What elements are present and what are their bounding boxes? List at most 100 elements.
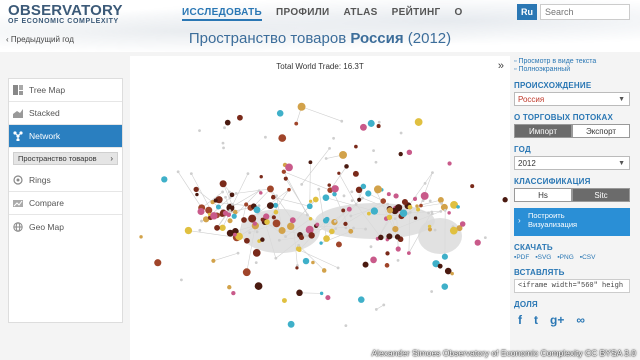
product-node[interactable] <box>342 194 346 198</box>
product-node[interactable] <box>348 228 354 234</box>
product-node[interactable] <box>350 199 354 202</box>
product-node[interactable] <box>281 298 287 304</box>
product-node[interactable] <box>367 119 375 127</box>
product-node[interactable] <box>398 151 403 157</box>
product-node[interactable] <box>357 296 365 303</box>
product-node[interactable] <box>483 236 487 239</box>
product-node[interactable] <box>255 230 259 234</box>
product-node[interactable] <box>295 246 302 252</box>
product-node[interactable] <box>229 192 235 198</box>
site-logo[interactable]: OBSERVATORY OF ECONOMIC COMPLEXITY <box>8 3 123 25</box>
product-node[interactable] <box>224 195 227 199</box>
embed-code-field[interactable]: <iframe width="560" heigh <box>514 279 630 293</box>
product-node[interactable] <box>378 234 384 241</box>
product-node[interactable] <box>333 219 337 223</box>
build-visualization-button[interactable]: › Построить Визуализация <box>514 208 630 236</box>
product-node[interactable] <box>441 253 448 260</box>
product-node[interactable] <box>254 282 263 290</box>
product-node[interactable] <box>420 192 429 200</box>
product-node[interactable] <box>176 170 180 174</box>
product-node[interactable] <box>213 198 218 203</box>
product-node[interactable] <box>328 146 331 150</box>
product-node[interactable] <box>305 213 309 217</box>
sidebar-item-network[interactable]: Network <box>9 125 122 148</box>
product-node[interactable] <box>373 185 382 194</box>
product-node[interactable] <box>248 214 257 223</box>
product-node[interactable] <box>401 198 408 206</box>
product-node[interactable] <box>139 235 143 239</box>
product-node[interactable] <box>221 190 224 194</box>
product-node[interactable] <box>306 203 313 210</box>
product-node[interactable] <box>360 183 367 190</box>
product-node[interactable] <box>447 161 452 166</box>
product-node[interactable] <box>297 243 301 247</box>
download-png[interactable]: ▪PNG <box>557 254 573 261</box>
product-node[interactable] <box>303 234 307 238</box>
product-node[interactable] <box>377 120 381 124</box>
product-node[interactable] <box>244 202 249 207</box>
product-node[interactable] <box>308 217 313 221</box>
product-node[interactable] <box>277 238 281 242</box>
product-node[interactable] <box>362 261 369 268</box>
product-node[interactable] <box>297 102 306 111</box>
product-node[interactable] <box>394 234 401 240</box>
product-node[interactable] <box>154 259 162 267</box>
product-node[interactable] <box>237 114 243 121</box>
product-node[interactable] <box>287 222 295 231</box>
sidebar-item-compare[interactable]: Compare <box>9 192 122 215</box>
product-node[interactable] <box>399 131 403 135</box>
product-node[interactable] <box>281 169 287 174</box>
product-node[interactable] <box>221 141 225 145</box>
fullscreen-link[interactable]: ▫ Полноэкранный <box>514 66 636 74</box>
product-node[interactable] <box>223 126 226 130</box>
product-node[interactable] <box>198 129 201 133</box>
expand-panel-icon[interactable]: » <box>498 60 504 72</box>
product-node[interactable] <box>260 217 265 222</box>
product-node[interactable] <box>227 285 232 290</box>
sidebar-item-tree-map[interactable]: Tree Map <box>9 79 122 102</box>
product-node[interactable] <box>346 206 352 212</box>
product-node[interactable] <box>406 149 413 156</box>
product-node[interactable] <box>264 219 270 225</box>
product-node[interactable] <box>366 211 371 216</box>
product-node[interactable] <box>193 186 199 193</box>
year-select[interactable]: 2012 ▼ <box>514 156 630 170</box>
product-node[interactable] <box>228 209 232 213</box>
product-node[interactable] <box>372 149 375 153</box>
product-node[interactable] <box>308 199 313 203</box>
product-node[interactable] <box>214 224 220 231</box>
product-node[interactable] <box>419 203 423 208</box>
product-node[interactable] <box>443 208 447 212</box>
product-node[interactable] <box>413 197 417 202</box>
product-node[interactable] <box>433 228 437 232</box>
product-node[interactable] <box>319 241 323 245</box>
product-node[interactable] <box>276 109 284 117</box>
product-node[interactable] <box>343 221 348 226</box>
product-node[interactable] <box>349 214 353 218</box>
product-node[interactable] <box>227 190 231 194</box>
product-node[interactable] <box>184 226 193 235</box>
product-node[interactable] <box>386 214 393 221</box>
product-node[interactable] <box>295 266 299 270</box>
product-node[interactable] <box>337 171 341 175</box>
product-node[interactable] <box>447 211 451 215</box>
product-node[interactable] <box>335 241 342 248</box>
product-node[interactable] <box>233 209 238 215</box>
product-node[interactable] <box>317 187 321 191</box>
product-node[interactable] <box>161 176 168 183</box>
product-node[interactable] <box>416 207 421 212</box>
product-node[interactable] <box>222 146 225 150</box>
product-node[interactable] <box>396 259 400 262</box>
product-node[interactable] <box>393 193 399 199</box>
product-node[interactable] <box>264 135 267 139</box>
product-node[interactable] <box>285 163 293 172</box>
product-node[interactable] <box>437 197 444 204</box>
product-node[interactable] <box>211 258 216 263</box>
product-node[interactable] <box>344 164 349 169</box>
product-node[interactable] <box>319 291 324 296</box>
product-node[interactable] <box>474 239 481 246</box>
download-svg[interactable]: ▪SVG <box>535 254 551 261</box>
product-node[interactable] <box>322 194 330 201</box>
product-node[interactable] <box>332 136 335 140</box>
product-node[interactable] <box>308 160 313 165</box>
